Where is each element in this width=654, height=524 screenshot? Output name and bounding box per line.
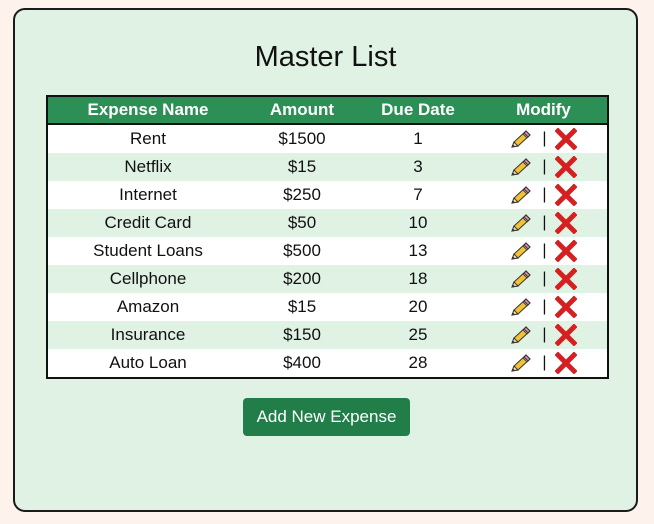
header-modify: Modify [480,96,608,125]
modify-cell: | [480,124,608,153]
pencil-icon[interactable] [510,269,532,289]
expense-name-cell: Internet [47,181,248,209]
due-date-cell: 7 [356,181,480,209]
delete-x-icon[interactable] [554,351,578,375]
pencil-icon[interactable] [510,297,532,317]
expense-name-cell: Auto Loan [47,349,248,378]
table-row: Cellphone $200 18 | [47,265,608,293]
pencil-icon[interactable] [510,325,532,345]
amount-cell: $15 [248,293,356,321]
expense-name-cell: Insurance [47,321,248,349]
modify-separator: | [542,186,547,203]
expense-name-cell: Credit Card [47,209,248,237]
delete-x-icon[interactable] [554,155,578,179]
amount-cell: $250 [248,181,356,209]
expense-name-cell: Cellphone [47,265,248,293]
table-row: Internet $250 7 | [47,181,608,209]
modify-separator: | [542,242,547,259]
master-list-card: Master List Expense Name Amount Due Date… [13,8,638,512]
due-date-cell: 20 [356,293,480,321]
table-row: Student Loans $500 13 | [47,237,608,265]
expense-name-cell: Rent [47,124,248,153]
delete-x-icon[interactable] [554,239,578,263]
delete-x-icon[interactable] [554,211,578,235]
modify-separator: | [542,130,547,147]
pencil-icon[interactable] [510,241,532,261]
table-header: Expense Name Amount Due Date Modify [47,96,608,125]
modify-separator: | [542,298,547,315]
table-row: Rent $1500 1 | [47,124,608,153]
amount-cell: $15 [248,153,356,181]
modify-cell: | [480,181,608,209]
table-row: Insurance $150 25 | [47,321,608,349]
due-date-cell: 18 [356,265,480,293]
due-date-cell: 25 [356,321,480,349]
pencil-icon[interactable] [510,157,532,177]
header-amount: Amount [248,96,356,125]
pencil-icon[interactable] [510,353,532,373]
expense-name-cell: Student Loans [47,237,248,265]
modify-separator: | [542,214,547,231]
expense-name-cell: Netflix [47,153,248,181]
expense-table: Expense Name Amount Due Date Modify Rent… [46,95,609,379]
due-date-cell: 10 [356,209,480,237]
header-expense-name: Expense Name [47,96,248,125]
pencil-icon[interactable] [510,129,532,149]
table-body: Rent $1500 1 | Netflix $15 3 | Internet … [47,124,608,378]
delete-x-icon[interactable] [554,183,578,207]
amount-cell: $500 [248,237,356,265]
table-row: Auto Loan $400 28 | [47,349,608,378]
modify-cell: | [480,237,608,265]
expense-name-cell: Amazon [47,293,248,321]
pencil-icon[interactable] [510,185,532,205]
table-row: Credit Card $50 10 | [47,209,608,237]
modify-separator: | [542,326,547,343]
table-row: Amazon $15 20 | [47,293,608,321]
modify-cell: | [480,153,608,181]
delete-x-icon[interactable] [554,127,578,151]
amount-cell: $50 [248,209,356,237]
due-date-cell: 1 [356,124,480,153]
modify-cell: | [480,321,608,349]
delete-x-icon[interactable] [554,323,578,347]
modify-cell: | [480,349,608,378]
modify-separator: | [542,270,547,287]
modify-separator: | [542,354,547,371]
amount-cell: $1500 [248,124,356,153]
table-row: Netflix $15 3 | [47,153,608,181]
delete-x-icon[interactable] [554,267,578,291]
due-date-cell: 3 [356,153,480,181]
due-date-cell: 28 [356,349,480,378]
page-title: Master List [254,41,397,73]
modify-cell: | [480,265,608,293]
amount-cell: $400 [248,349,356,378]
add-new-expense-button[interactable]: Add New Expense [243,398,410,436]
pencil-icon[interactable] [510,213,532,233]
modify-cell: | [480,209,608,237]
due-date-cell: 13 [356,237,480,265]
modify-cell: | [480,293,608,321]
modify-separator: | [542,158,547,175]
table-header-row: Expense Name Amount Due Date Modify [47,96,608,125]
header-due-date: Due Date [356,96,480,125]
amount-cell: $150 [248,321,356,349]
amount-cell: $200 [248,265,356,293]
delete-x-icon[interactable] [554,295,578,319]
